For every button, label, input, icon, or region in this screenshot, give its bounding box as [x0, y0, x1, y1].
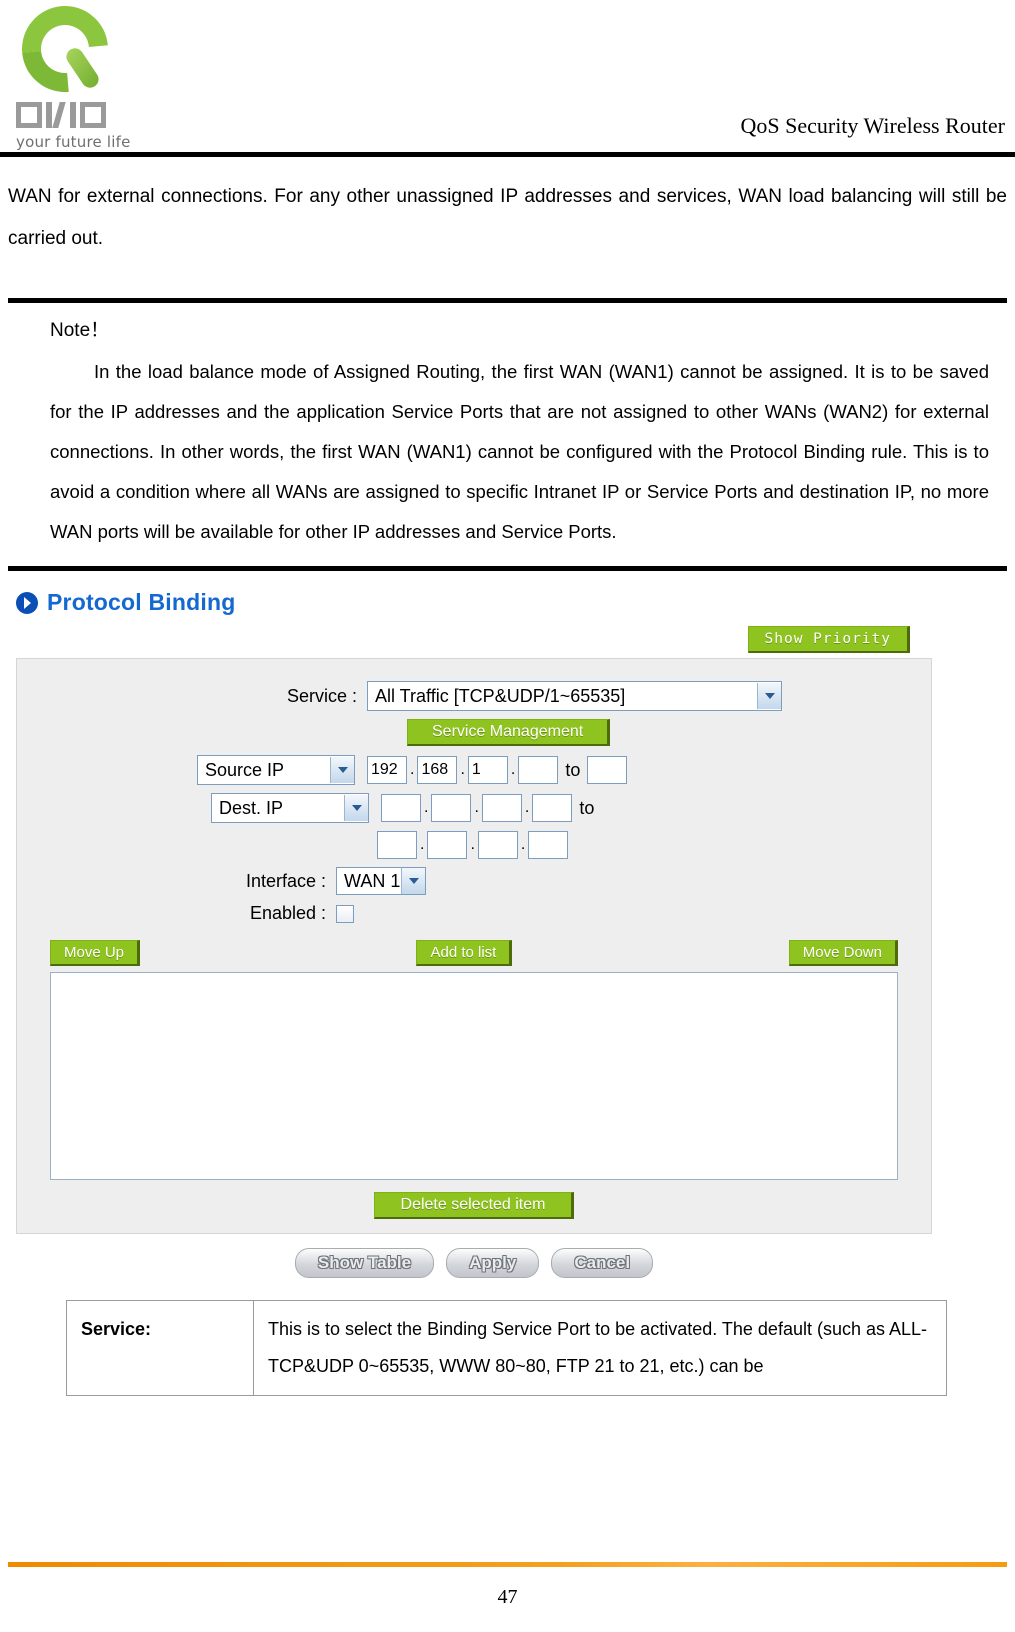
- intro-paragraph: WAN for external connections. For any ot…: [8, 186, 1007, 249]
- page-footer: 47: [0, 1540, 1015, 1632]
- source-ip-to-label: to: [565, 759, 581, 780]
- service-select-value: All Traffic [TCP&UDP/1~65535]: [375, 685, 626, 706]
- enabled-row: Enabled :: [17, 903, 931, 924]
- logo-wordmark: [16, 102, 138, 128]
- source-ip-range-end-octet[interactable]: [587, 756, 628, 784]
- source-ip-octet-4[interactable]: [518, 756, 559, 784]
- service-management-row: Service Management: [17, 719, 931, 746]
- show-table-button[interactable]: Show Table: [294, 1248, 435, 1278]
- ip-dot: .: [524, 799, 530, 816]
- dest-ip-type-select[interactable]: Dest. IP: [211, 793, 369, 823]
- logo-letter-o: [80, 102, 106, 128]
- field-description-table: Service: This is to select the Binding S…: [66, 1300, 947, 1396]
- service-management-button[interactable]: Service Management: [407, 719, 611, 746]
- ip-dot: .: [470, 836, 475, 853]
- dest-ip-octet-4[interactable]: [532, 794, 573, 822]
- service-label: Service :: [286, 685, 357, 706]
- dest-ip-end-octet-3[interactable]: [477, 831, 518, 859]
- interface-label: Interface :: [245, 870, 326, 891]
- delete-selected-item-button[interactable]: Delete selected item: [373, 1192, 575, 1219]
- source-ip-octet-2[interactable]: 168: [417, 756, 458, 784]
- source-ip-row: Source IP 192 . 168 . 1 . to: [17, 755, 931, 785]
- dest-ip-end-octet-4[interactable]: [528, 831, 569, 859]
- protocol-binding-panel: Service : All Traffic [TCP&UDP/1~65535] …: [16, 658, 932, 1234]
- apply-button[interactable]: Apply: [446, 1248, 540, 1278]
- section-heading-label: Protocol Binding: [47, 589, 236, 615]
- protocol-binding-list[interactable]: [50, 972, 898, 1180]
- source-ip-type-select[interactable]: Source IP: [197, 755, 355, 785]
- note-text: In the load balance mode of Assigned Rou…: [50, 361, 989, 542]
- delete-row: Delete selected item: [17, 1180, 931, 1219]
- move-up-button[interactable]: Move Up: [50, 940, 141, 966]
- dest-ip-range-end-row: . . .: [17, 831, 931, 859]
- dest-ip-end-octet-1[interactable]: [377, 831, 417, 859]
- enabled-checkbox[interactable]: [336, 904, 354, 923]
- logo-ring-shape: [4, 0, 126, 110]
- dest-ip-row: Dest. IP . . . to: [17, 793, 931, 823]
- arrow-bullet-icon: [16, 591, 38, 614]
- qno-logo: your future life: [4, 0, 138, 151]
- form-action-row: Show Table Apply Cancel: [16, 1248, 932, 1278]
- ip-dot: .: [474, 799, 479, 816]
- footer-divider: [8, 1562, 1007, 1567]
- cancel-button[interactable]: Cancel: [551, 1248, 654, 1278]
- ip-dot: .: [410, 761, 415, 778]
- show-priority-row: Show Priority: [8, 626, 1007, 653]
- dest-ip-octet-3[interactable]: [481, 794, 522, 822]
- ip-dot: .: [460, 761, 465, 778]
- show-priority-button[interactable]: Show Priority: [747, 626, 910, 653]
- section-heading: Protocol Binding: [16, 589, 1007, 616]
- logo-letter-q: [16, 102, 42, 128]
- note-box: Note！ In the load balance mode of Assign…: [8, 298, 1007, 571]
- protocol-binding-screenshot: Protocol Binding Show Priority Service :…: [8, 589, 1007, 1278]
- page-number: 47: [497, 1586, 518, 1608]
- add-to-list-button[interactable]: Add to list: [416, 940, 513, 966]
- chevron-down-icon: [344, 795, 368, 821]
- chevron-down-icon: [401, 868, 425, 894]
- interface-select-value: WAN 1: [344, 870, 401, 891]
- document-title: QoS Security Wireless Router: [740, 113, 1005, 138]
- source-ip-octet-1[interactable]: 192: [367, 756, 407, 784]
- dest-ip-type-value: Dest. IP: [219, 797, 284, 818]
- header-divider: [0, 152, 1015, 157]
- ip-dot: .: [510, 761, 516, 778]
- table-row: Service: This is to select the Binding S…: [66, 1300, 947, 1396]
- logo-letter-n: [46, 102, 76, 128]
- interface-select[interactable]: WAN 1: [336, 867, 426, 895]
- ip-dot: .: [424, 799, 429, 816]
- logo-tagline: your future life: [16, 133, 131, 151]
- dest-ip-octet-2[interactable]: [431, 794, 472, 822]
- interface-row: Interface : WAN 1: [17, 867, 931, 895]
- dest-ip-end-octet-2[interactable]: [427, 831, 468, 859]
- source-ip-type-value: Source IP: [205, 759, 285, 780]
- table-cell-value: This is to select the Binding Service Po…: [253, 1300, 947, 1396]
- source-ip-octet-3[interactable]: 1: [467, 756, 508, 784]
- list-action-row: Move Up Add to list Move Down: [17, 932, 931, 972]
- ip-dot: .: [520, 836, 526, 853]
- logo-q-icon: [4, 0, 126, 110]
- dest-ip-octet-1[interactable]: [381, 794, 421, 822]
- move-down-button[interactable]: Move Down: [788, 940, 898, 966]
- service-row: Service : All Traffic [TCP&UDP/1~65535]: [17, 681, 931, 711]
- table-cell-key: Service:: [66, 1300, 254, 1396]
- chevron-down-icon: [330, 757, 354, 783]
- service-select[interactable]: All Traffic [TCP&UDP/1~65535]: [367, 681, 782, 711]
- ip-dot: .: [420, 836, 425, 853]
- page-header: your future life QoS Security Wireless R…: [0, 0, 1015, 158]
- dest-ip-to-label: to: [579, 797, 595, 818]
- note-title: Note！: [50, 320, 110, 341]
- enabled-label: Enabled :: [249, 903, 326, 923]
- chevron-down-icon: [757, 683, 781, 709]
